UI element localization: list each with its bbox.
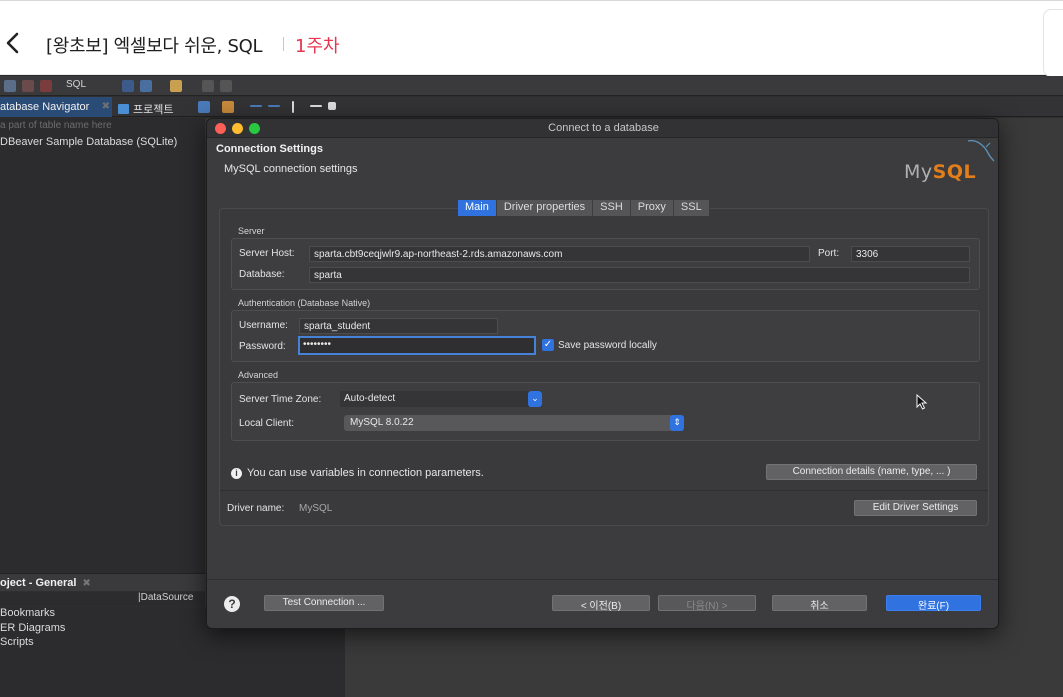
- header-title: Connection Settings: [216, 143, 323, 155]
- tab-project-general[interactable]: oject - General ✖: [0, 577, 91, 589]
- connect-database-dialog: Connect to a database Connection Setting…: [206, 118, 999, 629]
- dialog-titlebar: Connect to a database: [207, 119, 998, 138]
- tab-driver-properties[interactable]: Driver properties: [496, 200, 594, 216]
- column-label: DataSource: [140, 592, 194, 603]
- course-divider: [283, 37, 284, 51]
- edit-driver-settings-button[interactable]: Edit Driver Settings: [854, 500, 977, 516]
- password-input[interactable]: ••••••••: [298, 336, 536, 355]
- course-header: [왕초보] 엑셀보다 쉬운, SQL 1주차: [0, 0, 1063, 77]
- auth-group-label: Authentication (Database Native): [238, 298, 371, 308]
- database-input[interactable]: sparta: [309, 267, 970, 283]
- server-time-zone-select[interactable]: Auto-detect ⌄: [340, 391, 542, 407]
- transaction-icon[interactable]: [140, 80, 152, 92]
- dialog-title: Connect to a database: [548, 122, 659, 134]
- forward-nav-icon[interactable]: [220, 80, 232, 92]
- selected-value: MySQL 8.0.22: [350, 417, 414, 428]
- mouse-cursor-icon: [916, 394, 928, 410]
- tab-main[interactable]: Main: [458, 200, 497, 216]
- tab-label: atabase Navigator: [0, 101, 90, 113]
- menu-icon[interactable]: [292, 101, 294, 113]
- tab-label: 프로젝트: [133, 104, 174, 116]
- stop-icon[interactable]: [40, 80, 52, 92]
- tab-project[interactable]: 프로젝트: [118, 97, 173, 117]
- sql-editor-button[interactable]: SQL: [66, 79, 86, 90]
- help-icon[interactable]: ?: [224, 596, 240, 612]
- cancel-button[interactable]: 취소: [772, 595, 867, 612]
- header-subtitle: MySQL connection settings: [224, 163, 358, 175]
- driver-name-value: MySQL: [299, 503, 333, 514]
- selected-value: Auto-detect: [344, 393, 396, 404]
- local-client-select[interactable]: MySQL 8.0.22 ⇕: [344, 415, 684, 431]
- port-label: Port:: [818, 248, 840, 259]
- save-password-checkbox[interactable]: ✓: [542, 339, 554, 351]
- dialog-header: Connection Settings MySQL connection set…: [207, 139, 998, 185]
- tab-proxy[interactable]: Proxy: [630, 200, 674, 216]
- tree-item-sample-database[interactable]: DBeaver Sample Database (SQLite): [0, 136, 177, 148]
- project-tabbar: oject - General ✖: [0, 573, 205, 591]
- link-icon[interactable]: [250, 105, 262, 107]
- tab-ssh[interactable]: SSH: [593, 200, 631, 216]
- view-tabbar: atabase Navigator ✖ 프로젝트: [0, 97, 1063, 117]
- maximize-icon[interactable]: [328, 102, 336, 110]
- save-password-label: Save password locally: [558, 340, 657, 351]
- divider: [220, 490, 988, 491]
- finish-button[interactable]: 완료(F): [886, 595, 981, 612]
- mysql-logo: MySQL: [904, 139, 995, 183]
- username-label: Username:: [239, 320, 288, 331]
- database-navigator-panel: a part of table name here DBeaver Sample…: [0, 118, 205, 573]
- server-host-label: Server Host:: [239, 248, 295, 259]
- dolphin-icon: [967, 139, 995, 162]
- main-tab-panel: Server Server Host: sparta.cbt9ceqjwlr9.…: [219, 208, 989, 526]
- close-icon[interactable]: ✖: [82, 578, 90, 589]
- test-connection-button[interactable]: Test Connection ...: [264, 595, 384, 611]
- tab-label: oject - General: [0, 577, 77, 589]
- database-label: Database:: [239, 269, 285, 280]
- course-week: 1주차: [295, 36, 340, 57]
- advanced-group-label: Advanced: [238, 370, 279, 380]
- back-button[interactable]: < 이전(B): [552, 595, 650, 612]
- project-item-scripts[interactable]: Scripts: [0, 636, 34, 648]
- project-item-bookmarks[interactable]: Bookmarks: [0, 607, 55, 619]
- connect-icon[interactable]: [4, 80, 16, 92]
- chevron-down-icon: ⌄: [528, 391, 542, 407]
- back-arrow-icon[interactable]: [2, 29, 24, 57]
- tab-database-navigator[interactable]: atabase Navigator ✖: [0, 97, 112, 117]
- navigator-filter-input[interactable]: a part of table name here: [0, 120, 112, 131]
- collapse-icon[interactable]: [198, 101, 210, 113]
- new-folder-icon[interactable]: [222, 101, 234, 113]
- commit-icon[interactable]: [122, 80, 134, 92]
- course-title: [왕초보] 엑셀보다 쉬운, SQL: [46, 36, 263, 57]
- logo-my-text: My: [904, 161, 933, 183]
- info-icon: i: [231, 468, 242, 479]
- filter-icon[interactable]: [268, 105, 280, 107]
- close-icon[interactable]: ✖: [102, 101, 110, 112]
- header-right-panel[interactable]: [1043, 9, 1063, 77]
- settings-tabs: Main Driver properties SSH Proxy SSL: [458, 200, 710, 216]
- minimize-icon[interactable]: [310, 105, 322, 107]
- password-label: Password:: [239, 341, 286, 352]
- footer-divider: [207, 579, 998, 580]
- server-host-input[interactable]: sparta.cbt9ceqjwlr9.ap-northeast-2.rds.a…: [309, 246, 810, 262]
- variables-info-text: You can use variables in connection para…: [247, 467, 484, 479]
- project-item-er-diagrams[interactable]: ER Diagrams: [0, 622, 65, 634]
- disconnect-icon[interactable]: [22, 80, 34, 92]
- pencil-icon[interactable]: [170, 80, 182, 92]
- tab-ssl[interactable]: SSL: [673, 200, 710, 216]
- folder-icon: [118, 104, 129, 114]
- chevron-updown-icon: ⇕: [670, 415, 684, 431]
- driver-name-label: Driver name:: [227, 503, 285, 514]
- main-toolbar: SQL: [0, 76, 1063, 96]
- datasource-column[interactable]: |DataSource: [138, 592, 193, 603]
- back-nav-icon[interactable]: [202, 80, 214, 92]
- server-time-zone-label: Server Time Zone:: [239, 394, 322, 405]
- connection-details-button[interactable]: Connection details (name, type, ... ): [766, 464, 977, 480]
- next-button[interactable]: 다음(N) >: [658, 595, 756, 612]
- username-input[interactable]: sparta_student: [299, 318, 498, 334]
- server-group-label: Server: [238, 226, 265, 236]
- local-client-label: Local Client:: [239, 418, 295, 429]
- port-input[interactable]: 3306: [851, 246, 970, 262]
